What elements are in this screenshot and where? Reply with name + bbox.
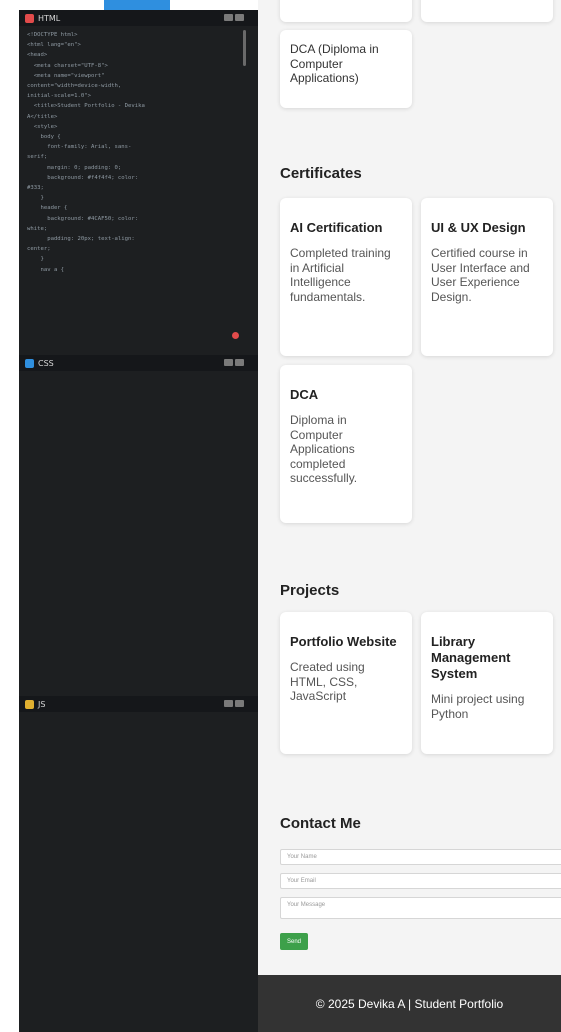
project-card: Library Management System Mini project u… (421, 612, 553, 754)
education-card-partial (421, 0, 553, 22)
error-indicator-icon (232, 332, 239, 339)
js-panel-label: JS (38, 699, 46, 709)
preview-pane: DCA (Diploma in Computer Applications) C… (258, 0, 561, 1032)
code-line[interactable]: initial-scale=1.0"> (27, 91, 237, 101)
project-desc: Created using HTML, CSS, JavaScript (290, 660, 365, 703)
code-line[interactable]: content="width=device-width, (27, 81, 237, 91)
html-panel-header[interactable]: HTML (19, 10, 258, 26)
code-line[interactable]: <meta charset="UTF-8"> (27, 61, 237, 71)
code-line[interactable]: background: #f4f4f4; color: (27, 173, 237, 183)
certificate-title: UI & UX Design (431, 220, 526, 235)
project-title: Portfolio Website (290, 634, 397, 649)
footer: © 2025 Devika A | Student Portfolio (258, 975, 561, 1032)
js-badge-icon (25, 699, 34, 709)
certificate-card: DCA Diploma in Computer Applications com… (280, 365, 412, 523)
certificate-card: UI & UX Design Certified course in User … (421, 198, 553, 356)
code-line[interactable]: A</title> (27, 112, 237, 122)
css-panel-tools[interactable] (224, 359, 244, 366)
code-line[interactable]: background: #4CAF50; color: (27, 214, 237, 224)
code-line[interactable]: <style> (27, 122, 237, 132)
css-panel-label: CSS (38, 358, 54, 368)
code-line[interactable]: <meta name="viewport" (27, 71, 237, 81)
send-button[interactable]: Send (280, 933, 308, 950)
html-code-area[interactable]: <!DOCTYPE html> <html lang="en"> <head> <m… (27, 30, 237, 350)
project-title: Library Management System (431, 634, 511, 681)
css-panel-header[interactable]: CSS (19, 355, 258, 371)
html-scrollbar[interactable] (243, 30, 246, 66)
expand-icon[interactable] (224, 359, 233, 366)
projects-title: Projects (280, 582, 340, 599)
html-panel-label: HTML (38, 13, 61, 23)
certificates-title: Certificates (280, 165, 362, 182)
certificate-desc: Completed training in Artificial Intelli… (290, 246, 391, 304)
code-line[interactable]: <head> (27, 50, 237, 60)
certificate-desc: Certified course in User Interface and U… (431, 246, 530, 304)
certificate-card: AI Certification Completed training in A… (280, 198, 412, 356)
expand-icon[interactable] (224, 700, 233, 707)
css-badge-icon (25, 358, 34, 368)
code-line[interactable]: header { (27, 203, 237, 213)
settings-icon[interactable] (235, 700, 244, 707)
code-line[interactable]: white; (27, 224, 237, 234)
contact-title: Contact Me (280, 815, 361, 832)
certificate-title: DCA (290, 387, 319, 402)
code-line[interactable]: padding: 20px; text-align: (27, 234, 237, 244)
css-code-area[interactable] (19, 371, 258, 696)
js-code-area[interactable] (19, 712, 258, 1032)
html-badge-icon (25, 13, 34, 23)
certificate-desc: Diploma in Computer Applications complet… (290, 413, 358, 485)
education-card-partial (280, 0, 412, 22)
js-panel-header[interactable]: JS (19, 696, 258, 712)
settings-icon[interactable] (235, 14, 244, 21)
js-panel-tools[interactable] (224, 700, 244, 707)
message-textarea[interactable]: Your Message (280, 897, 561, 919)
code-line[interactable]: margin: 0; padding: 0; (27, 163, 237, 173)
code-editor: HTML <!DOCTYPE html> <html lang="en"> <hea… (19, 10, 258, 1032)
code-line[interactable]: #333; (27, 183, 237, 193)
certificate-title: AI Certification (290, 220, 383, 235)
code-line[interactable]: } (27, 193, 237, 203)
footer-text: © 2025 Devika A | Student Portfolio (315, 996, 504, 1011)
code-line[interactable]: nav a { (27, 265, 237, 275)
code-line[interactable]: } (27, 254, 237, 264)
settings-icon[interactable] (235, 359, 244, 366)
html-panel-tools[interactable] (224, 14, 244, 21)
code-line[interactable]: font-family: Arial, sans- (27, 142, 237, 152)
expand-icon[interactable] (224, 14, 233, 21)
code-line[interactable]: <title>Student Portfolio - Devika (27, 101, 237, 111)
name-input[interactable]: Your Name (280, 849, 561, 865)
code-line[interactable]: body { (27, 132, 237, 142)
project-desc: Mini project using Python (431, 692, 525, 721)
education-dca-text: DCA (Diploma in Computer Applications) (290, 42, 379, 85)
email-input[interactable]: Your Email (280, 873, 561, 889)
education-card-dca: DCA (Diploma in Computer Applications) (280, 30, 412, 108)
code-line[interactable]: center; (27, 244, 237, 254)
code-line[interactable]: <!DOCTYPE html> (27, 30, 237, 40)
code-line[interactable]: <html lang="en"> (27, 40, 237, 50)
project-card: Portfolio Website Created using HTML, CS… (280, 612, 412, 754)
code-line[interactable]: serif; (27, 152, 237, 162)
